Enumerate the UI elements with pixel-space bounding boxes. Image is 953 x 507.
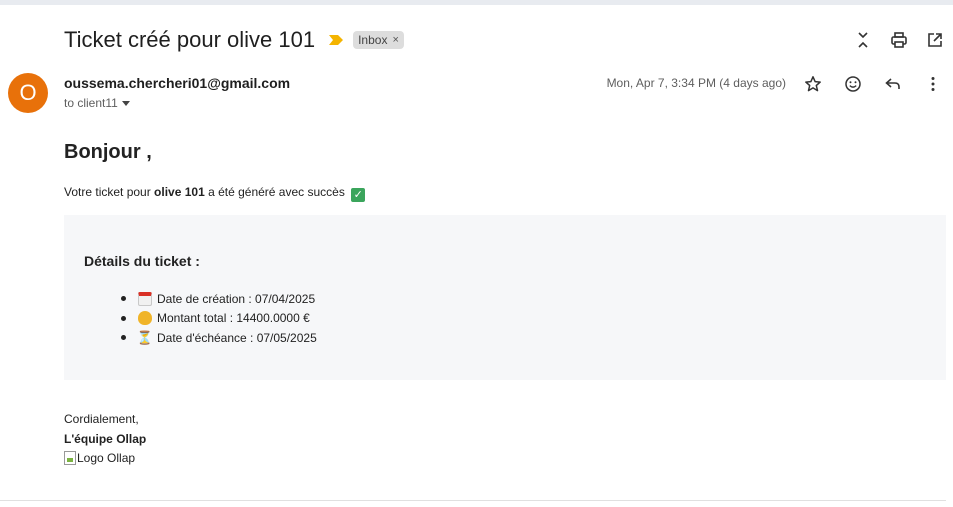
bullet-icon bbox=[121, 335, 126, 341]
top-divider bbox=[0, 0, 953, 5]
sender-avatar[interactable]: O bbox=[8, 73, 48, 113]
closing-text: Cordialement, bbox=[64, 412, 139, 426]
message-actions bbox=[793, 71, 953, 97]
bullet-icon bbox=[121, 315, 126, 321]
hourglass-icon: ⏳ bbox=[136, 329, 154, 345]
money-bag-icon bbox=[138, 311, 152, 326]
bullet-icon bbox=[121, 296, 126, 302]
remove-label-button[interactable]: × bbox=[392, 34, 398, 46]
open-in-new-window-icon[interactable] bbox=[917, 28, 953, 52]
intro-text: Votre ticket pour olive 101 a été généré… bbox=[64, 185, 366, 202]
intro-ticket-name: olive 101 bbox=[154, 185, 205, 199]
collapse-icon[interactable] bbox=[845, 28, 881, 52]
broken-image-icon bbox=[64, 451, 76, 465]
importance-marker-icon[interactable] bbox=[329, 35, 344, 45]
calendar-icon bbox=[138, 291, 152, 306]
creation-date: Date de création : 07/04/2025 bbox=[157, 291, 316, 306]
star-icon[interactable] bbox=[793, 71, 833, 97]
logo-alt-text: Logo Ollap bbox=[77, 451, 136, 465]
more-vert-icon[interactable] bbox=[913, 71, 953, 97]
inbox-label-chip[interactable]: Inbox × bbox=[353, 31, 404, 49]
subject-row: Ticket créé pour olive 101 Inbox × bbox=[64, 24, 404, 56]
print-icon[interactable] bbox=[881, 28, 917, 52]
total-amount: Montant total : 14400.0000 € bbox=[157, 311, 310, 326]
details-title: Détails du ticket : bbox=[84, 253, 200, 269]
thread-toolbar bbox=[845, 28, 953, 52]
intro-suffix: a été généré avec succès bbox=[204, 185, 345, 199]
email-subject: Ticket créé pour olive 101 bbox=[64, 27, 316, 52]
emoji-icon[interactable] bbox=[833, 71, 873, 97]
list-item: Date de création : 07/04/2025 bbox=[121, 289, 317, 309]
list-item: ⏳ Date d'échéance : 07/05/2025 bbox=[121, 328, 317, 348]
show-details-dropdown-icon[interactable] bbox=[121, 100, 130, 106]
ticket-details-box: Détails du ticket : Date de création : 0… bbox=[64, 215, 946, 380]
list-item: Montant total : 14400.0000 € bbox=[121, 309, 317, 329]
details-list: Date de création : 07/04/2025 Montant to… bbox=[121, 289, 317, 348]
logo-image: Logo Ollap bbox=[64, 451, 135, 465]
due-date: Date d'échéance : 07/05/2025 bbox=[157, 330, 317, 345]
bottom-divider bbox=[0, 500, 946, 501]
team-signature: L'équipe Ollap bbox=[64, 432, 147, 446]
reply-icon[interactable] bbox=[873, 71, 913, 97]
label-text: Inbox bbox=[358, 33, 388, 47]
sender-email[interactable]: oussema.chercheri01@gmail.com bbox=[64, 75, 290, 91]
message-date: Mon, Apr 7, 3:34 PM (4 days ago) bbox=[606, 76, 786, 90]
recipients-text: to client11 bbox=[64, 96, 118, 110]
avatar-letter: O bbox=[19, 80, 37, 105]
greeting: Bonjour , bbox=[64, 141, 152, 163]
check-mark-icon: ✓ bbox=[351, 188, 366, 202]
recipients-line: to client11 bbox=[64, 96, 130, 110]
intro-prefix: Votre ticket pour bbox=[64, 185, 155, 199]
